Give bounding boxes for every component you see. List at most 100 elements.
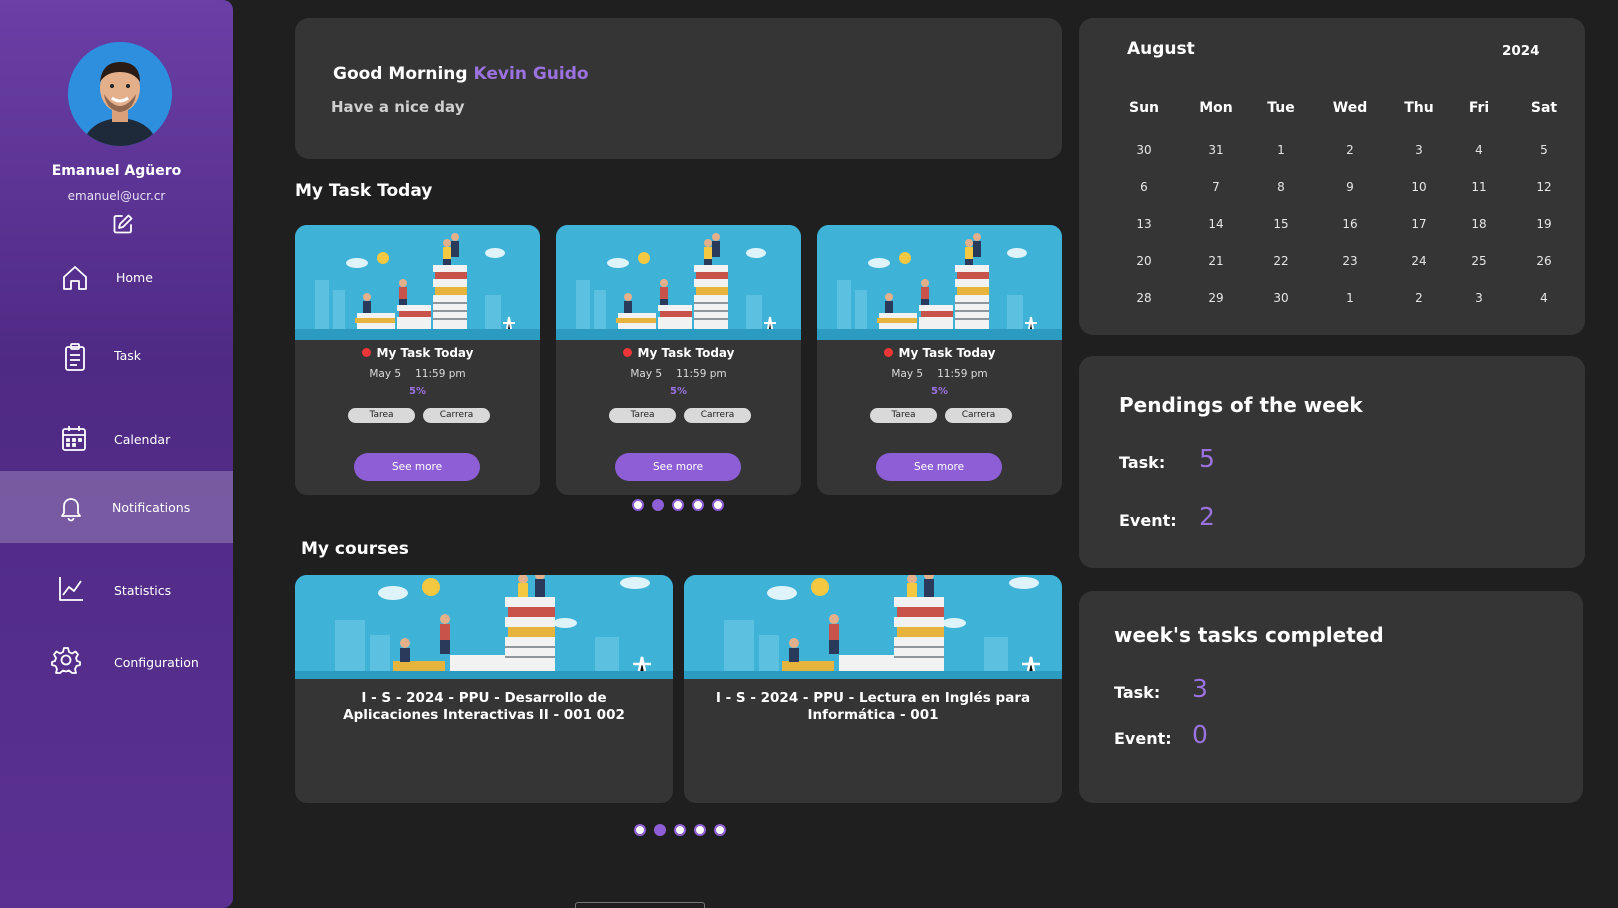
sidebar-item-notifications[interactable]: Notifications [0,471,233,543]
course-illustration [295,575,673,680]
calendar-day[interactable]: 30 [1124,143,1164,157]
calendar-day[interactable]: 24 [1399,254,1439,268]
calendar-weekday: Mon [1199,100,1233,116]
avatar[interactable] [68,42,172,146]
calendar-day[interactable]: 29 [1196,291,1236,305]
calendar-day[interactable]: 23 [1330,254,1370,268]
sidebar-item-label: Configuration [114,655,199,670]
calendar-day[interactable]: 3 [1459,291,1499,305]
calendar-day[interactable]: 31 [1196,143,1236,157]
tag-badge[interactable]: Tarea [870,408,937,423]
calendar-day[interactable]: 13 [1124,217,1164,231]
sidebar-item-label: Statistics [114,583,172,598]
bell-icon [56,493,86,523]
calendar-day[interactable]: 21 [1196,254,1236,268]
calendar-day[interactable]: 17 [1399,217,1439,231]
calendar-day[interactable]: 4 [1524,291,1564,305]
calendar-day[interactable]: 12 [1524,180,1564,194]
calendar-day[interactable]: 3 [1399,143,1439,157]
calendar-day[interactable]: 16 [1330,217,1370,231]
task-date: May 5 [891,368,924,380]
calendar-day[interactable]: 15 [1261,217,1301,231]
horizontal-scrollbar[interactable] [575,902,705,908]
calendar-day[interactable]: 9 [1330,180,1370,194]
calendar-weekday: Tue [1267,100,1295,116]
calendar-day[interactable]: 4 [1459,143,1499,157]
calendar-day[interactable]: 14 [1196,217,1236,231]
carousel-dot[interactable] [712,499,724,511]
calendar-day[interactable]: 20 [1124,254,1164,268]
tag-badge[interactable]: Carrera [945,408,1012,423]
calendar-weekday: Sat [1530,100,1558,116]
calendar-day[interactable]: 28 [1124,291,1164,305]
task-time: 11:59 pm [415,368,466,380]
task-card[interactable]: My Task Today May 5 11:59 pm 5% Tarea Car… [556,225,801,495]
task-progress: 5% [670,386,687,397]
user-name: Emanuel Agüero [51,163,182,179]
calendar-day[interactable]: 5 [1524,143,1564,157]
carousel-dot[interactable] [634,824,646,836]
calendar-day[interactable]: 8 [1261,180,1301,194]
carousel-dot[interactable] [692,499,704,511]
see-more-button[interactable]: See more [876,453,1002,481]
see-more-button[interactable]: See more [615,453,741,481]
course-card[interactable]: I - S - 2024 - PPU - Desarrollo de Aplic… [295,575,673,803]
status-dot-icon [361,348,371,357]
carousel-dot[interactable] [674,824,686,836]
task-illustration [817,225,1062,340]
carousel-dot[interactable] [654,824,666,836]
task-card[interactable]: My Task Today May 5 11:59 pm 5% Tarea Car… [295,225,540,495]
calendar-day[interactable]: 26 [1524,254,1564,268]
see-more-button[interactable]: See more [354,453,480,481]
calendar-day[interactable]: 2 [1399,291,1439,305]
dashboard: Emanuel Agüero emanuel@ucr.cr Home Task … [0,0,1618,908]
calendar-day[interactable]: 7 [1196,180,1236,194]
task-due: May 5 11:59 pm [817,368,1062,380]
carousel-dot[interactable] [632,499,644,511]
sidebar-item-home[interactable]: Home [0,242,233,314]
calendar-day[interactable]: 22 [1261,254,1301,268]
sidebar-item-configuration[interactable]: Configuration [0,627,233,699]
calendar-day[interactable]: 11 [1459,180,1499,194]
tag-badge[interactable]: Carrera [423,408,490,423]
calendar-year[interactable]: 2024 [1502,43,1540,59]
calendar-day[interactable]: 25 [1459,254,1499,268]
sidebar-item-statistics[interactable]: Statistics [0,554,233,626]
calendar-day[interactable]: 19 [1524,217,1564,231]
calendar-day[interactable]: 1 [1261,143,1301,157]
calendar-day[interactable]: 10 [1399,180,1439,194]
sidebar-item-label: Notifications [112,500,191,515]
completed-title: week's tasks completed [1114,623,1384,647]
carousel-dot[interactable] [652,499,664,511]
edit-profile-icon[interactable] [112,213,134,235]
carousel-dot[interactable] [672,499,684,511]
calendar-month[interactable]: August [1127,39,1195,59]
calendar-day[interactable]: 18 [1459,217,1499,231]
calendar-widget: August 2024 Sun Mon Tue Wed Thu Fri Sat 30 31 1 2 3… [1079,18,1585,335]
calendar-day[interactable]: 30 [1261,291,1301,305]
course-title: I - S - 2024 - PPU - Lectura en Inglés p… [715,690,1031,723]
carousel-dot[interactable] [714,824,726,836]
course-card[interactable]: I - S - 2024 - PPU - Lectura en Inglés p… [684,575,1062,803]
carousel-dot[interactable] [694,824,706,836]
calendar-day[interactable]: 6 [1124,180,1164,194]
task-card[interactable]: My Task Today May 5 11:59 pm 5% Tarea Car… [817,225,1062,495]
calendar-weekday: Wed [1332,100,1368,116]
sidebar-item-calendar[interactable]: Calendar [0,403,233,475]
status-dot-icon [622,348,632,357]
tag-badge[interactable]: Carrera [684,408,751,423]
calendar-day[interactable]: 2 [1330,143,1370,157]
greeting-user-name: Kevin Guido [473,64,589,84]
courses-section-title: My courses [301,539,409,559]
tag-badge[interactable]: Tarea [348,408,415,423]
tag-badge[interactable]: Tarea [609,408,676,423]
calendar-weekday: Fri [1468,100,1490,116]
pendings-task-label: Task: [1119,453,1166,472]
task-carousel-dots [632,499,724,511]
task-due: May 5 11:59 pm [295,368,540,380]
task-progress: 5% [931,386,948,397]
calendar-day[interactable]: 1 [1330,291,1370,305]
completed-event-label: Event: [1114,729,1172,748]
task-progress: 5% [409,386,426,397]
sidebar-item-task[interactable]: Task [0,320,233,392]
